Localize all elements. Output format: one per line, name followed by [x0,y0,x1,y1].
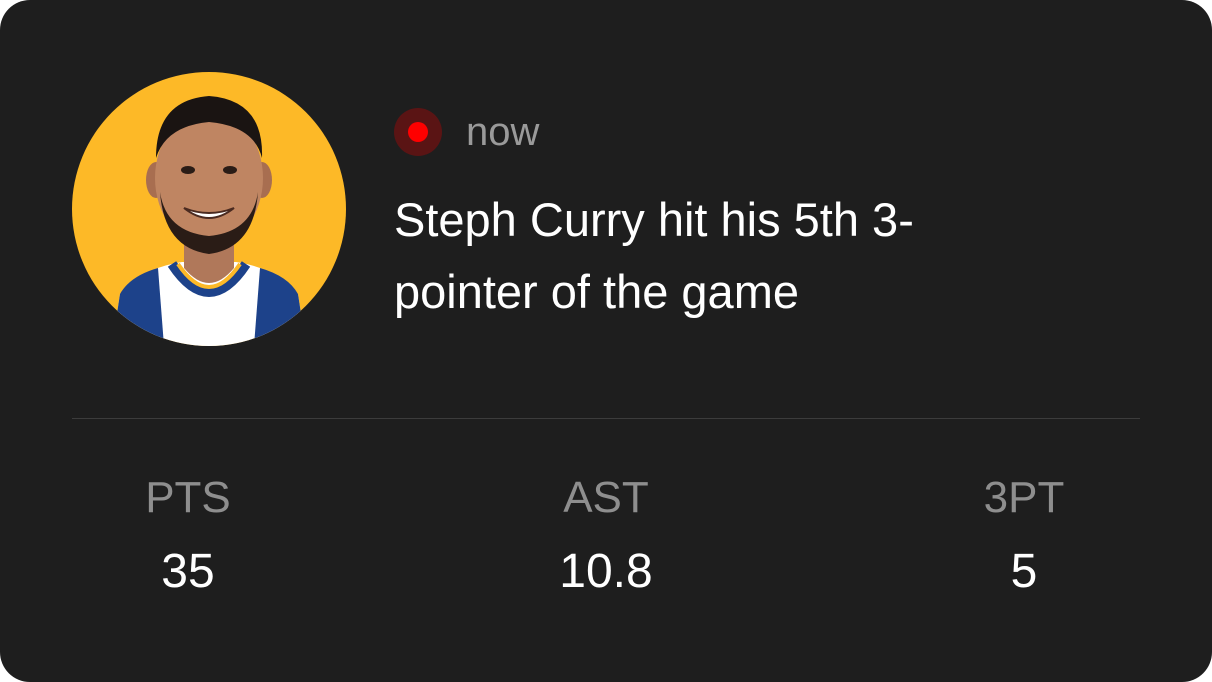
live-dot-icon [408,122,428,142]
live-indicator [394,108,442,156]
notification-card[interactable]: now Steph Curry hit his 5th 3-pointer of… [0,0,1212,682]
timestamp: now [466,110,540,154]
stat-value: 10.8 [559,545,653,598]
stat-label: AST [563,473,649,522]
stat-pts: PTS 35 [68,470,308,600]
player-avatar [72,72,346,346]
stat-label: 3PT [983,473,1065,522]
stat-value: 35 [161,545,215,598]
divider [72,418,1140,419]
stat-3pt: 3PT 5 [904,470,1144,600]
headline: Steph Curry hit his 5th 3-pointer of the… [394,193,914,318]
stats-row: PTS 35 AST 10.8 3PT 5 [0,470,1212,610]
live-status-row: now [394,108,539,156]
stat-ast: AST 10.8 [486,470,726,600]
stat-label: PTS [145,473,231,522]
stat-value: 5 [1010,545,1038,598]
player-avatar-icon [112,96,306,346]
